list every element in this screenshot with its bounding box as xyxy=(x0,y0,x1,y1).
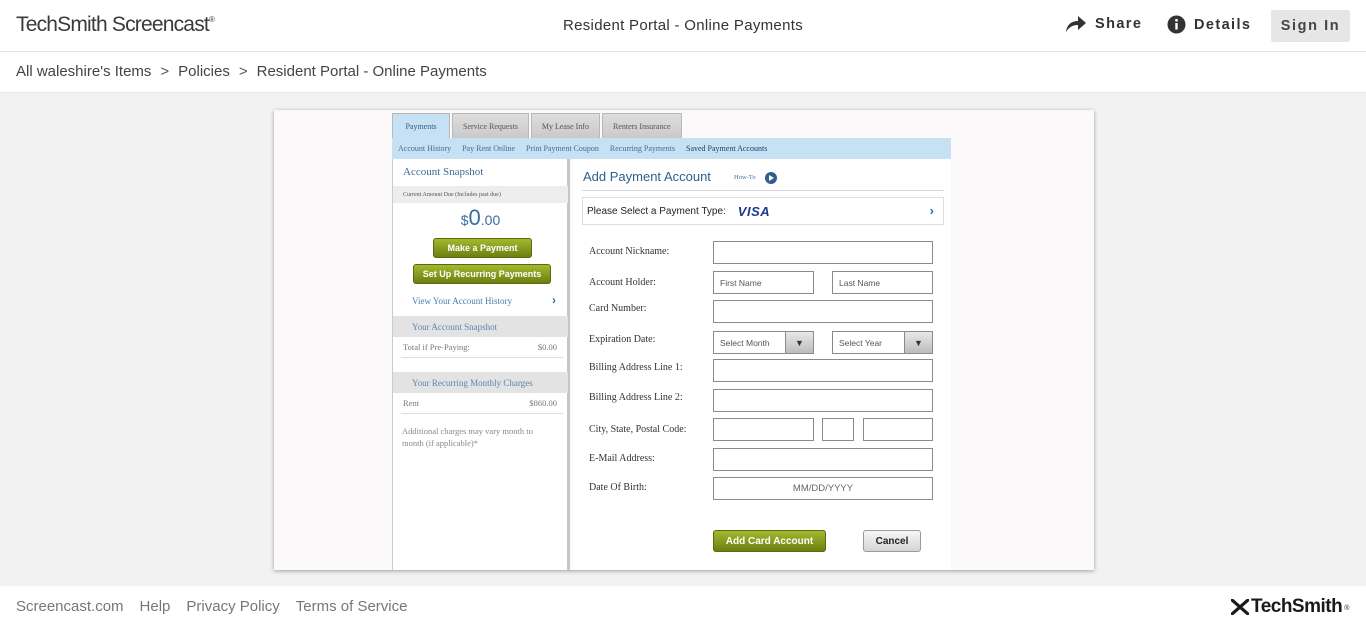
year-select-value: Select Year xyxy=(839,337,883,348)
form-title: Add Payment Account xyxy=(583,169,711,184)
subnav-print-payment-coupon[interactable]: Print Payment Coupon xyxy=(526,144,599,153)
email-label: E-Mail Address: xyxy=(589,453,655,464)
make-payment-button[interactable]: Make a Payment xyxy=(433,238,532,258)
rent-value: $860.00 xyxy=(529,398,557,408)
footer-link-screencast[interactable]: Screencast.com xyxy=(16,598,124,615)
account-holder-label: Account Holder: xyxy=(589,277,656,288)
media-stage: Payments Service Requests My Lease Info … xyxy=(0,92,1366,586)
subnav-account-history[interactable]: Account History xyxy=(398,144,451,153)
brand-registered-mark: ® xyxy=(1344,604,1349,612)
subnav-recurring-payments[interactable]: Recurring Payments xyxy=(610,144,675,153)
details-label: Details xyxy=(1194,16,1252,33)
prepay-label: Total if Pre-Paying: xyxy=(403,342,470,352)
breadcrumb-item-policies[interactable]: Policies xyxy=(178,63,230,80)
expiration-month-select[interactable]: Select Month ▼ xyxy=(713,331,814,354)
techsmith-logo[interactable]: TechSmith ® xyxy=(1231,596,1349,618)
billing-address-1-label: Billing Address Line 1: xyxy=(589,362,683,373)
dropdown-arrow-icon: ▼ xyxy=(904,332,932,353)
breadcrumb: All waleshire's Items > Policies > Resid… xyxy=(16,63,487,80)
billing-address-2-field[interactable] xyxy=(713,389,933,412)
techsmith-brand-text: TechSmith xyxy=(1251,596,1343,617)
chevron-right-icon[interactable]: › xyxy=(552,293,556,307)
expiration-date-label: Expiration Date: xyxy=(589,334,656,345)
amount-due-caption: Current Amount Due (Includes past due) xyxy=(403,192,501,198)
billing-address-2-label: Billing Address Line 2: xyxy=(589,392,683,403)
your-account-snapshot-heading: Your Account Snapshot xyxy=(393,316,568,337)
share-button[interactable]: Share xyxy=(1065,15,1142,33)
footer-link-privacy-policy[interactable]: Privacy Policy xyxy=(186,598,279,615)
expiration-year-select[interactable]: Select Year ▼ xyxy=(832,331,933,354)
card-number-field[interactable] xyxy=(713,300,933,323)
portal-tabs: Payments Service Requests My Lease Info … xyxy=(392,113,682,139)
amount-currency: $ xyxy=(460,212,469,228)
account-snapshot-panel: Account Snapshot Current Amount Due (Inc… xyxy=(392,159,570,570)
first-name-field[interactable]: First Name xyxy=(713,271,814,294)
breadcrumb-item-current: Resident Portal - Online Payments xyxy=(256,63,487,80)
share-label: Share xyxy=(1095,16,1143,32)
month-select-value: Select Month xyxy=(720,337,770,348)
card-number-label: Card Number: xyxy=(589,303,647,314)
breadcrumb-separator: > xyxy=(160,63,170,80)
top-bar: TechSmith Screencast® Resident Portal - … xyxy=(0,0,1366,52)
recurring-charges-heading: Your Recurring Monthly Charges xyxy=(393,372,568,393)
play-icon[interactable] xyxy=(765,172,777,184)
footer-link-terms-of-service[interactable]: Terms of Service xyxy=(296,598,408,615)
add-payment-account-form: Add Payment Account How-To Please Select… xyxy=(573,159,951,570)
payment-type-selector[interactable]: Please Select a Payment Type: VISA › xyxy=(582,197,944,225)
logo-registered-mark: ® xyxy=(208,15,215,24)
dropdown-arrow-icon: ▼ xyxy=(785,332,813,353)
footer: Screencast.com Help Privacy Policy Terms… xyxy=(0,586,1366,625)
amount-due-value: $0.00 xyxy=(393,205,568,231)
chevron-right-icon: › xyxy=(929,203,934,218)
email-field[interactable] xyxy=(713,448,933,471)
additional-charges-note: Additional charges may vary month to mon… xyxy=(402,426,533,448)
amount-whole: 0 xyxy=(468,205,481,230)
setup-recurring-payments-button[interactable]: Set Up Recurring Payments xyxy=(413,264,551,284)
logo-text: TechSmith Screencast xyxy=(16,13,210,36)
payments-subnav: Account History Pay Rent Online Print Pa… xyxy=(392,138,951,159)
divider xyxy=(401,357,563,358)
details-button[interactable]: Details xyxy=(1167,15,1251,34)
amount-cents: .00 xyxy=(480,212,501,228)
account-nickname-label: Account Nickname: xyxy=(589,246,670,257)
visa-logo-icon: VISA xyxy=(737,203,771,219)
rent-label: Rent xyxy=(403,398,420,408)
subnav-pay-rent-online[interactable]: Pay Rent Online xyxy=(462,144,515,153)
footer-links: Screencast.com Help Privacy Policy Terms… xyxy=(16,598,407,615)
city-field[interactable] xyxy=(713,418,814,441)
account-nickname-field[interactable] xyxy=(713,241,933,264)
date-of-birth-field[interactable]: MM/DD/YYYY xyxy=(713,477,933,500)
tab-service-requests[interactable]: Service Requests xyxy=(452,113,529,139)
last-name-field[interactable]: Last Name xyxy=(832,271,933,294)
breadcrumb-item-all-items[interactable]: All waleshire's Items xyxy=(16,63,151,80)
share-icon xyxy=(1066,16,1086,32)
payment-type-label: Please Select a Payment Type: xyxy=(587,205,726,217)
view-account-history-link[interactable]: View Your Account History xyxy=(412,296,512,306)
divider xyxy=(401,413,563,414)
subnav-saved-payment-accounts[interactable]: Saved Payment Accounts xyxy=(686,144,767,153)
postal-code-field[interactable] xyxy=(863,418,933,441)
cancel-button[interactable]: Cancel xyxy=(863,530,921,552)
info-icon xyxy=(1167,15,1186,34)
breadcrumb-separator: > xyxy=(238,63,248,80)
date-of-birth-label: Date Of Birth: xyxy=(589,482,647,493)
title-divider xyxy=(582,190,944,191)
account-snapshot-title: Account Snapshot xyxy=(403,166,484,178)
resident-portal: Payments Service Requests My Lease Info … xyxy=(392,110,952,570)
techsmith-mark-icon xyxy=(1231,599,1249,615)
billing-address-1-field[interactable] xyxy=(713,359,933,382)
prepay-value: $0.00 xyxy=(537,342,557,352)
state-field[interactable] xyxy=(822,418,854,441)
screenshot-viewer[interactable]: Payments Service Requests My Lease Info … xyxy=(274,110,1094,570)
tab-payments[interactable]: Payments xyxy=(392,113,450,139)
tab-my-lease-info[interactable]: My Lease Info xyxy=(530,113,600,139)
tab-renters-insurance[interactable]: Renters Insurance xyxy=(601,113,682,139)
footer-link-help[interactable]: Help xyxy=(140,598,171,615)
how-to-link[interactable]: How-To xyxy=(734,174,756,181)
techsmith-screencast-logo[interactable]: TechSmith Screencast® xyxy=(16,13,215,37)
add-card-account-button[interactable]: Add Card Account xyxy=(713,530,826,552)
city-state-postal-label: City, State, Postal Code: xyxy=(589,424,687,435)
sign-in-button[interactable]: Sign In xyxy=(1271,10,1350,42)
